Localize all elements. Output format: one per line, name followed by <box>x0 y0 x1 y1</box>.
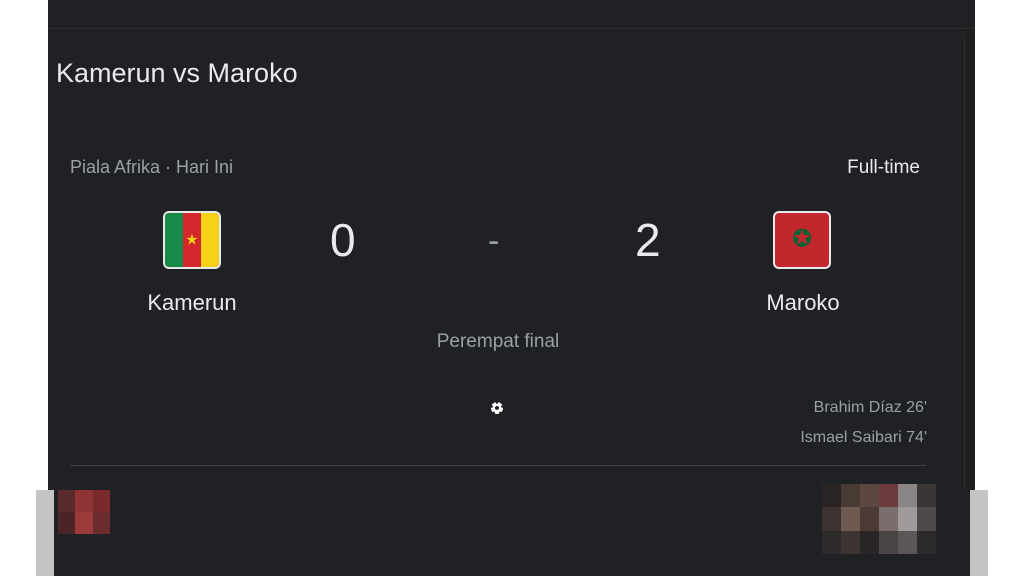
league-label[interactable]: Piala Afrika · Hari Ini <box>70 157 233 178</box>
right-edge <box>970 490 988 576</box>
blurred-thumbnail <box>822 484 936 554</box>
away-team-name[interactable]: Maroko <box>723 290 883 316</box>
soccer-ball-icon <box>490 401 504 414</box>
home-score: 0 <box>330 214 356 266</box>
morocco-flag-icon[interactable]: ✪ <box>773 211 831 269</box>
match-stage: Perempat final <box>436 331 560 352</box>
divider <box>70 465 926 466</box>
match-status: Full-time <box>847 157 920 178</box>
goal-scorer: Ismael Saibari 74' <box>800 429 927 446</box>
match-title: Kamerun vs Maroko <box>56 58 298 88</box>
score-separator: - <box>488 222 500 260</box>
left-edge <box>36 490 54 576</box>
cameroon-flag-icon[interactable]: ★ <box>163 211 221 269</box>
goal-scorer: Brahim Díaz 26' <box>813 399 927 416</box>
away-score: 2 <box>635 214 661 266</box>
blurred-thumbnail <box>58 490 110 534</box>
home-team-name[interactable]: Kamerun <box>112 290 272 316</box>
top-strip <box>48 0 975 29</box>
